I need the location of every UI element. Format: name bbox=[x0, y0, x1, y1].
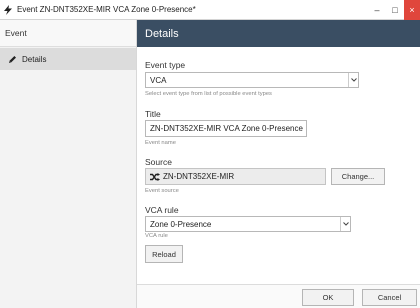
event-type-value: VCA bbox=[150, 75, 167, 85]
sidebar-item-label: Details bbox=[22, 54, 47, 64]
title-value: ZN-DNT352XE-MIR VCA Zone 0-Presence bbox=[150, 124, 303, 133]
ok-button[interactable]: OK bbox=[302, 289, 354, 306]
reload-button[interactable]: Reload bbox=[145, 245, 183, 263]
chevron-down-icon bbox=[340, 217, 350, 231]
title-label: Title bbox=[145, 109, 161, 119]
sidebar-item-details[interactable]: Details bbox=[0, 48, 136, 70]
window-titlebar: Event ZN-DNT352XE-MIR VCA Zone 0-Presenc… bbox=[0, 0, 420, 20]
minimize-button[interactable]: – bbox=[368, 0, 386, 20]
vca-rule-hint: VCA rule bbox=[145, 233, 168, 239]
source-label: Source bbox=[145, 157, 172, 167]
source-value: ZN-DNT352XE-MIR bbox=[163, 172, 235, 181]
source-hint: Event source bbox=[145, 188, 179, 194]
window-title: Event ZN-DNT352XE-MIR VCA Zone 0-Presenc… bbox=[17, 5, 196, 14]
panel-title: Details bbox=[137, 20, 420, 47]
event-type-hint: Select event type from list of possible … bbox=[145, 91, 272, 97]
event-type-select[interactable]: VCA bbox=[145, 72, 359, 88]
change-source-button[interactable]: Change... bbox=[331, 168, 385, 185]
vca-rule-select[interactable]: Zone 0-Presence bbox=[145, 216, 351, 232]
lightning-icon bbox=[3, 4, 13, 15]
title-input[interactable]: ZN-DNT352XE-MIR VCA Zone 0-Presence bbox=[145, 120, 307, 137]
source-field: ZN-DNT352XE-MIR bbox=[145, 168, 326, 185]
sidebar-header: Event bbox=[0, 20, 136, 47]
vca-rule-label: VCA rule bbox=[145, 205, 179, 215]
vca-rule-value: Zone 0-Presence bbox=[150, 219, 212, 229]
maximize-button[interactable]: □ bbox=[386, 0, 404, 20]
close-button[interactable]: × bbox=[404, 0, 420, 20]
chevron-down-icon bbox=[348, 73, 358, 87]
details-panel: Details Event type VCA Select event type… bbox=[137, 20, 420, 308]
shuffle-icon bbox=[150, 172, 160, 181]
pencil-icon bbox=[8, 55, 17, 64]
sidebar: Event Details bbox=[0, 20, 137, 308]
cancel-button[interactable]: Cancel bbox=[362, 289, 417, 306]
event-type-label: Event type bbox=[145, 60, 186, 70]
window-controls: – □ × bbox=[368, 0, 420, 20]
dialog-footer: OK Cancel bbox=[137, 284, 420, 308]
title-hint: Event name bbox=[145, 140, 176, 146]
